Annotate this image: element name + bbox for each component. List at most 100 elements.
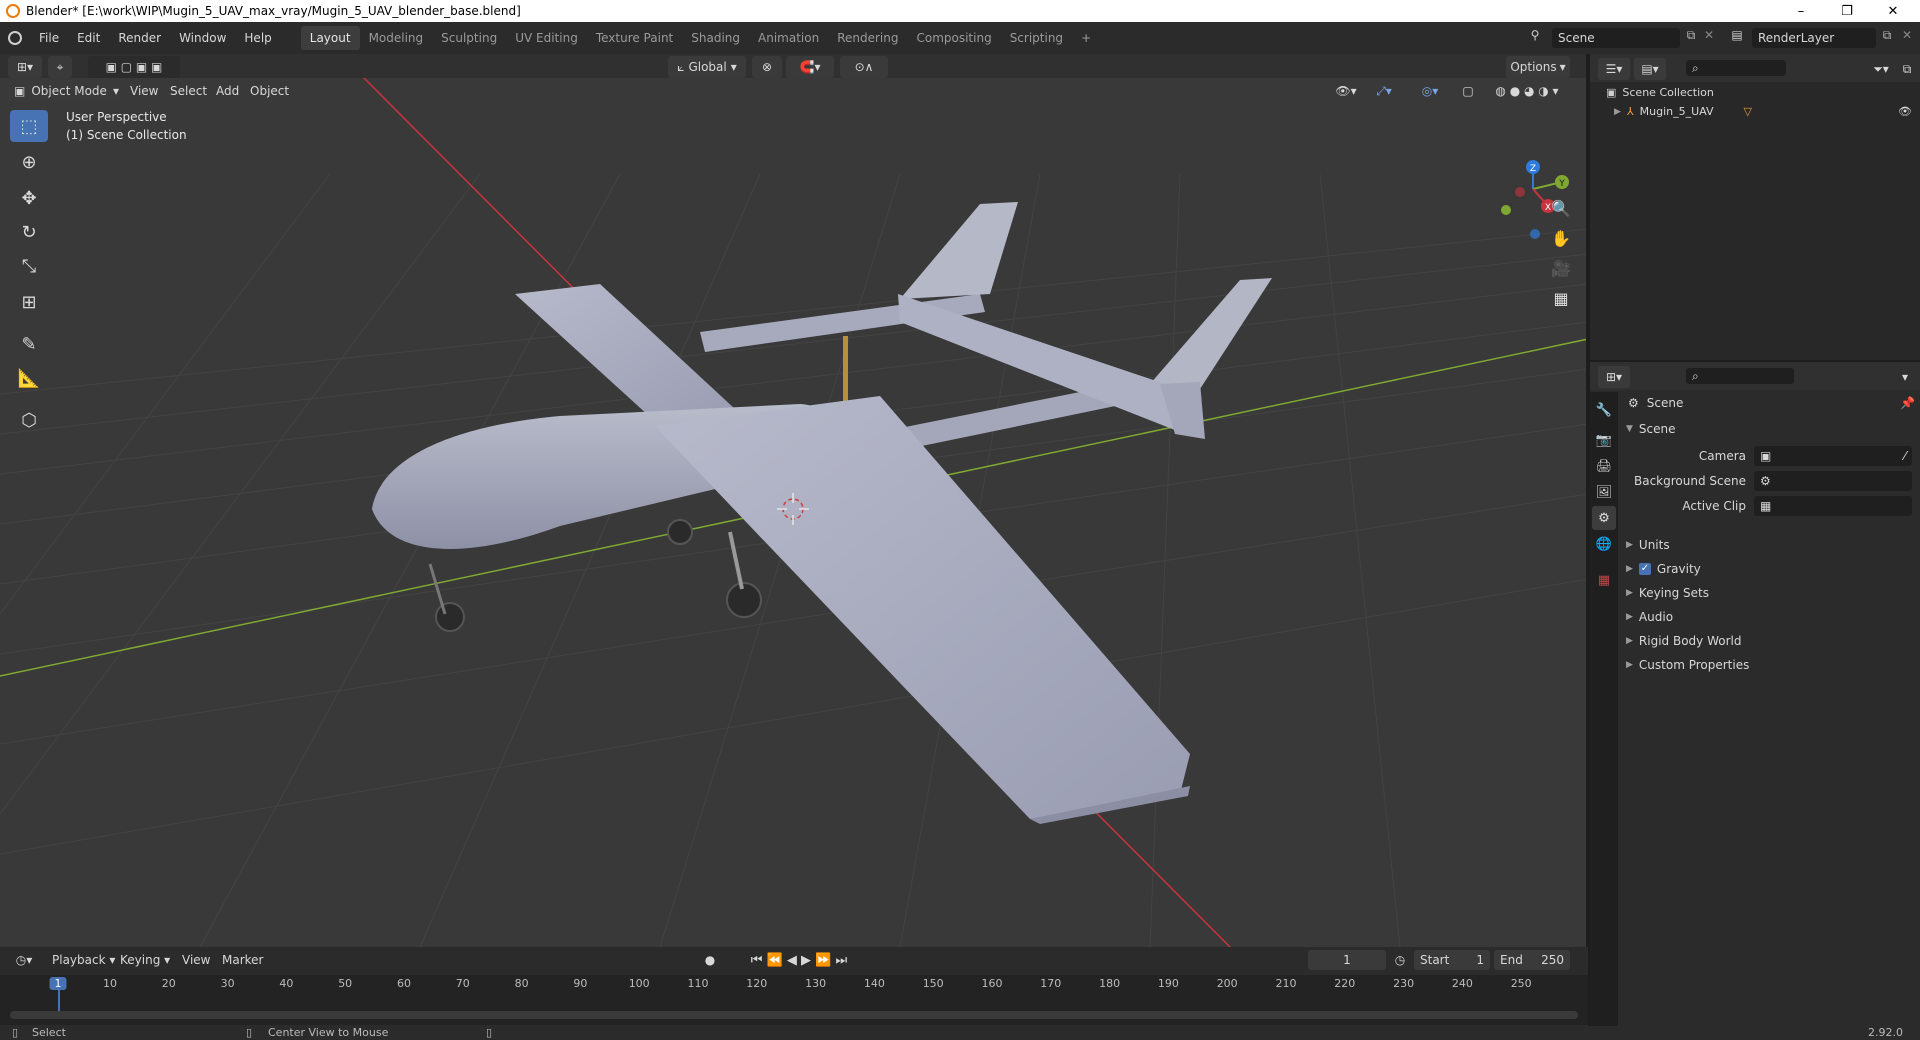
delete-layer-icon[interactable]: ✕: [1898, 28, 1916, 48]
current-frame-field[interactable]: 1: [1308, 950, 1386, 970]
menu-playback[interactable]: Playback ▾: [52, 949, 115, 971]
delete-scene-icon[interactable]: ✕: [1700, 28, 1718, 48]
perspective-toggle-icon[interactable]: ▦: [1546, 284, 1576, 312]
measure-tool-icon[interactable]: 📐: [10, 362, 48, 394]
select-box-tool-icon[interactable]: ⬚: [10, 110, 48, 142]
menu-timeline-view[interactable]: View: [182, 949, 210, 971]
menu-select[interactable]: Select: [170, 80, 207, 102]
menu-add[interactable]: Add: [216, 80, 239, 102]
world-tab-icon[interactable]: 🌐: [1592, 532, 1616, 556]
tab-uv-editing[interactable]: UV Editing: [506, 26, 587, 50]
end-frame-field[interactable]: End 250: [1494, 950, 1570, 970]
tab-rendering[interactable]: Rendering: [828, 26, 907, 50]
tab-scripting[interactable]: Scripting: [1001, 26, 1072, 50]
rotate-tool-icon[interactable]: ↻: [10, 216, 48, 248]
overlay-toggle-icon[interactable]: ◎▾: [1412, 80, 1448, 102]
xray-toggle-icon[interactable]: ▢: [1458, 80, 1478, 102]
scene-name-field[interactable]: Scene: [1552, 28, 1680, 48]
annotate-tool-icon[interactable]: ✎: [10, 328, 48, 360]
add-workspace-button[interactable]: +: [1072, 26, 1100, 50]
start-frame-field[interactable]: Start 1: [1414, 950, 1490, 970]
menu-window[interactable]: Window: [170, 22, 235, 54]
eyedropper-icon[interactable]: ⁄: [1904, 449, 1906, 463]
panel-keying-sets[interactable]: ▶ Keying Sets: [1626, 586, 1916, 600]
pan-hand-icon[interactable]: ✋: [1546, 224, 1576, 252]
scene-tab-icon[interactable]: ⚙: [1592, 506, 1616, 530]
scale-tool-icon[interactable]: ⤡: [10, 250, 48, 282]
timeline-editor-type-icon[interactable]: ◷▾: [8, 949, 40, 971]
render-layer-field[interactable]: RenderLayer: [1752, 28, 1876, 48]
properties-editor-type-icon[interactable]: ⊞▾: [1598, 366, 1630, 388]
cursor-tool-icon[interactable]: ⊕: [10, 146, 48, 178]
output-tab-icon[interactable]: 🖨: [1592, 454, 1616, 478]
blender-menu-icon[interactable]: [0, 22, 30, 54]
new-scene-icon[interactable]: ⧉: [1682, 28, 1700, 48]
texture-tab-icon[interactable]: ▦: [1592, 568, 1616, 592]
tab-layout[interactable]: Layout: [300, 26, 360, 50]
camera-view-icon[interactable]: 🎥: [1546, 254, 1576, 282]
new-collection-icon[interactable]: ⧉: [1898, 58, 1916, 80]
proportional-edit-icon[interactable]: ⊙∧: [840, 56, 888, 78]
gizmo-toggle-icon[interactable]: ⤢▾: [1366, 80, 1402, 102]
menu-render[interactable]: Render: [109, 22, 170, 54]
display-mode-icon[interactable]: ▤▾: [1634, 58, 1666, 80]
outliner-search-input[interactable]: ⌕: [1686, 60, 1786, 76]
outliner-editor-type-icon[interactable]: ☰▾: [1598, 58, 1630, 80]
zoom-icon[interactable]: 🔍: [1546, 194, 1576, 222]
expand-arrow-icon[interactable]: ▶: [1614, 107, 1621, 117]
move-tool-icon[interactable]: ✥: [10, 182, 48, 214]
eye-icon[interactable]: 👁: [1898, 105, 1912, 118]
timeline-scrollbar[interactable]: [10, 1011, 1578, 1019]
scene-selector-icon[interactable]: ⚲: [1524, 28, 1546, 48]
scene-collection-row[interactable]: ▣ Scene Collection: [1606, 86, 1714, 99]
visibility-icon[interactable]: 👁▾: [1330, 80, 1362, 102]
properties-options-icon[interactable]: ▾: [1896, 366, 1914, 388]
active-clip-field[interactable]: ▦: [1754, 496, 1912, 516]
camera-field[interactable]: ▣ ⁄: [1754, 446, 1912, 466]
add-cube-tool-icon[interactable]: ⬡: [10, 404, 48, 436]
selection-mode-group[interactable]: ▣ ▢ ▣ ▣: [88, 56, 180, 78]
panel-custom-properties[interactable]: ▶ Custom Properties: [1626, 658, 1916, 672]
menu-edit[interactable]: Edit: [68, 22, 109, 54]
mode-dropdown[interactable]: ▣ Object Mode ▾: [8, 80, 120, 102]
menu-marker[interactable]: Marker: [222, 949, 263, 971]
select-mode-icon[interactable]: ⌖: [48, 56, 72, 78]
view-layer-tab-icon[interactable]: 🖼: [1592, 480, 1616, 504]
restore-button[interactable]: ❐: [1824, 0, 1870, 22]
shading-mode-group[interactable]: ◍ ● ◕ ◑ ▾: [1482, 80, 1572, 102]
filter-icon[interactable]: ⏷▾: [1866, 58, 1896, 80]
background-scene-field[interactable]: ⚙: [1754, 471, 1912, 491]
options-dropdown[interactable]: Options ▾: [1506, 56, 1570, 78]
tab-sculpting[interactable]: Sculpting: [432, 26, 506, 50]
properties-search-input[interactable]: ⌕: [1686, 368, 1794, 384]
panel-gravity[interactable]: ▶ ✓ Gravity: [1626, 562, 1916, 576]
scene-section-header[interactable]: ▼ Scene: [1626, 422, 1676, 436]
outliner-item-mugin[interactable]: ▶ ⅄ Mugin_5_UAV ▽ 👁: [1614, 105, 1914, 118]
transform-orientation-dropdown[interactable]: ⟀ Global ▾: [668, 56, 746, 78]
minimize-button[interactable]: –: [1778, 0, 1824, 22]
snap-toggle-icon[interactable]: 🧲▾: [786, 56, 834, 78]
view-layer-icon[interactable]: ▤: [1726, 28, 1748, 48]
auto-keying-icon[interactable]: ●: [700, 949, 720, 971]
tab-texture-paint[interactable]: Texture Paint: [587, 26, 682, 50]
render-tab-icon[interactable]: 📷: [1592, 428, 1616, 452]
3d-viewport[interactable]: Z Y X ⊞▾ ⌖ ▣ ▢ ▣ ▣ ⟀ Global ▾ ⊗ 🧲▾ ⊙∧ Opt…: [0, 54, 1588, 947]
tab-modeling[interactable]: Modeling: [360, 26, 433, 50]
menu-help[interactable]: Help: [235, 22, 280, 54]
menu-file[interactable]: File: [30, 22, 68, 54]
tab-shading[interactable]: Shading: [682, 26, 749, 50]
menu-object[interactable]: Object: [250, 80, 289, 102]
pin-icon[interactable]: 📌: [1900, 396, 1915, 410]
tab-animation[interactable]: Animation: [749, 26, 828, 50]
transform-tool-icon[interactable]: ⊞: [10, 286, 48, 318]
pivot-point-icon[interactable]: ⊗: [752, 56, 782, 78]
tab-compositing[interactable]: Compositing: [907, 26, 1000, 50]
new-layer-icon[interactable]: ⧉: [1878, 28, 1896, 48]
playback-controls[interactable]: ⏮ ⏪ ◀ ▶ ⏩ ⏭: [744, 949, 854, 971]
editor-type-button[interactable]: ⊞▾: [8, 56, 42, 78]
tool-tab-icon[interactable]: 🔧: [1592, 398, 1616, 422]
panel-rigid-body-world[interactable]: ▶ Rigid Body World: [1626, 634, 1916, 648]
close-button[interactable]: ✕: [1870, 0, 1916, 22]
menu-view[interactable]: View: [130, 80, 158, 102]
panel-audio[interactable]: ▶ Audio: [1626, 610, 1916, 624]
